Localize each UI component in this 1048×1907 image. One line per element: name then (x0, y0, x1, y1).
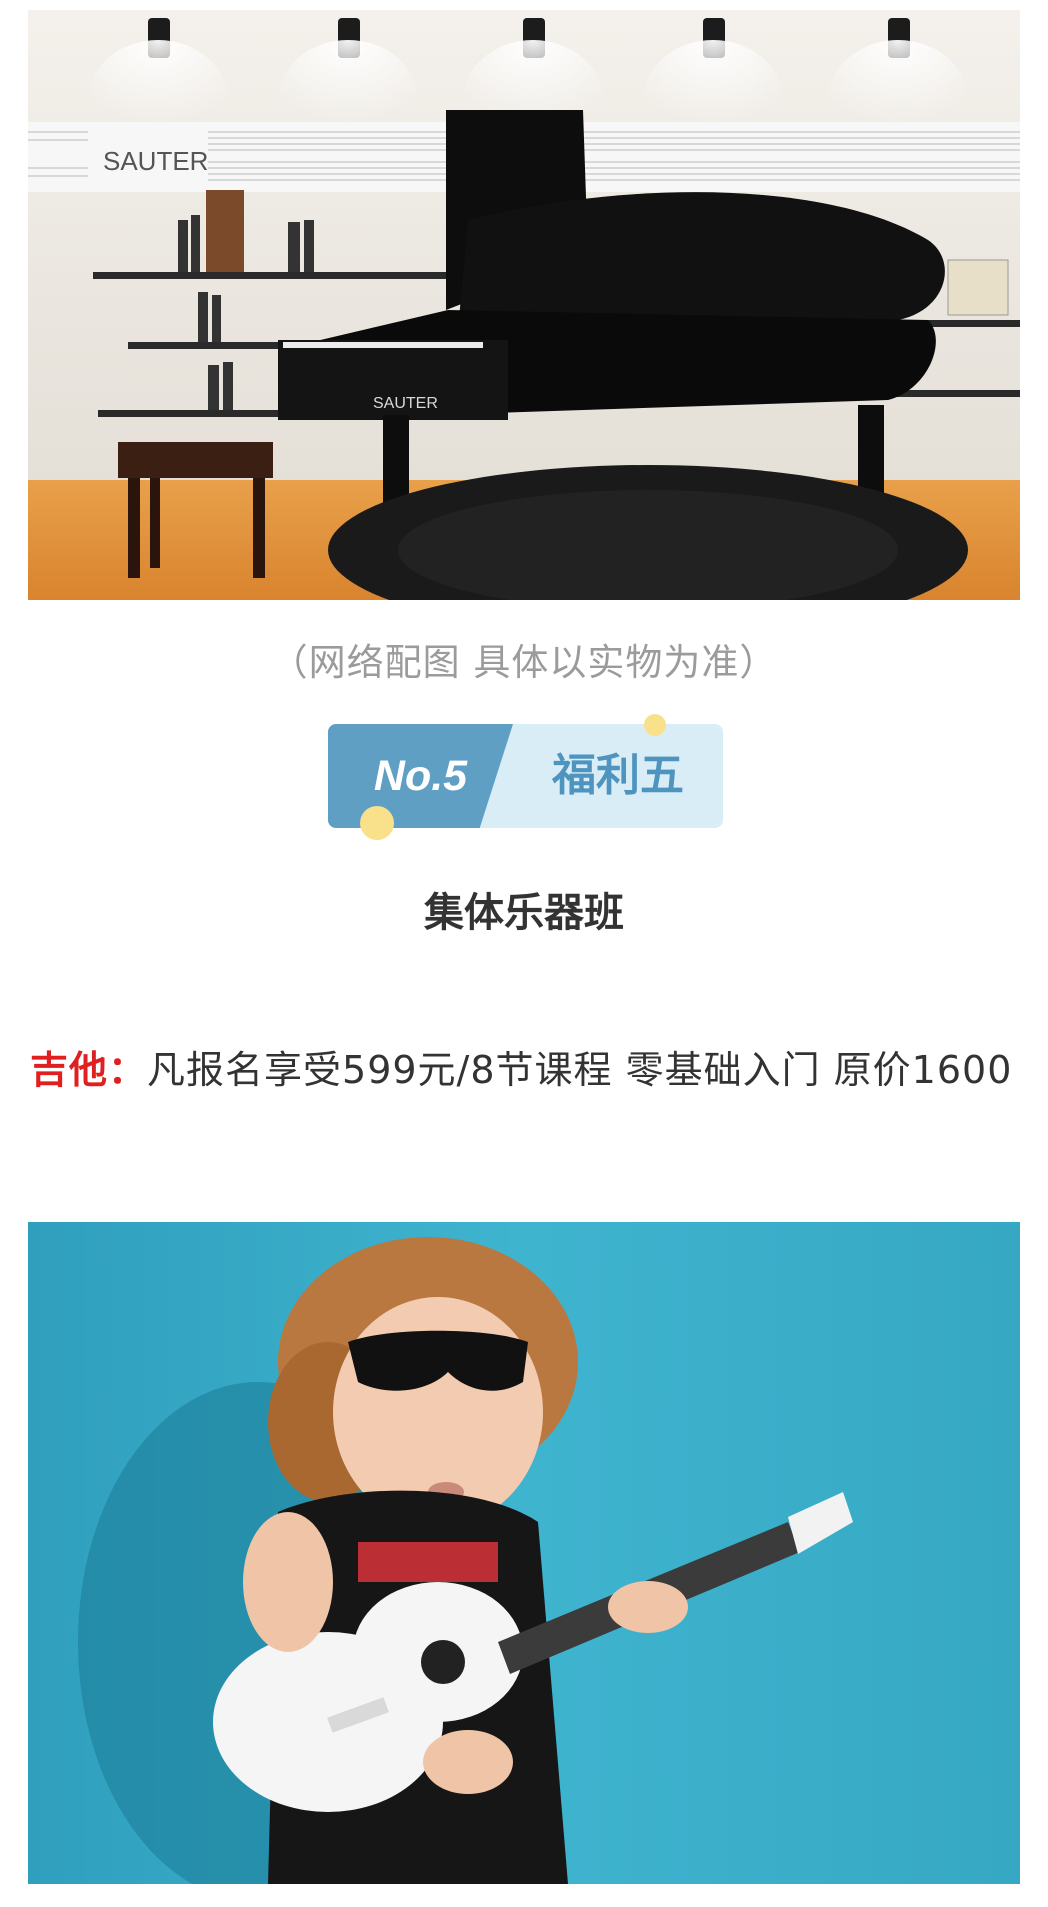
section-title: 集体乐器班 (424, 890, 624, 936)
offer-text: 凡报名享受599元/8节课程 零基础入门 原价1600 (147, 1048, 1013, 1092)
badge-title: 福利五 (552, 750, 684, 801)
welfare-badge: No.5 福利五 (328, 714, 723, 840)
offer-paragraph: 吉他：凡报名享受599元/8节课程 零基础入门 原价1600 (30, 1030, 1020, 1110)
decor-dot-top (644, 714, 666, 736)
offer-label: 吉他： (30, 1048, 148, 1092)
wall-brand-text: SAUTER (103, 146, 208, 176)
piano-photo: SAUTER SAUTER (28, 10, 1020, 600)
guitar-photo (28, 1222, 1020, 1884)
image-caption: （网络配图 具体以实物为准） (270, 641, 778, 684)
badge-number: No.5 (373, 752, 468, 800)
decor-dot-bottom (360, 806, 394, 840)
piano-brand-text: SAUTER (373, 395, 438, 412)
